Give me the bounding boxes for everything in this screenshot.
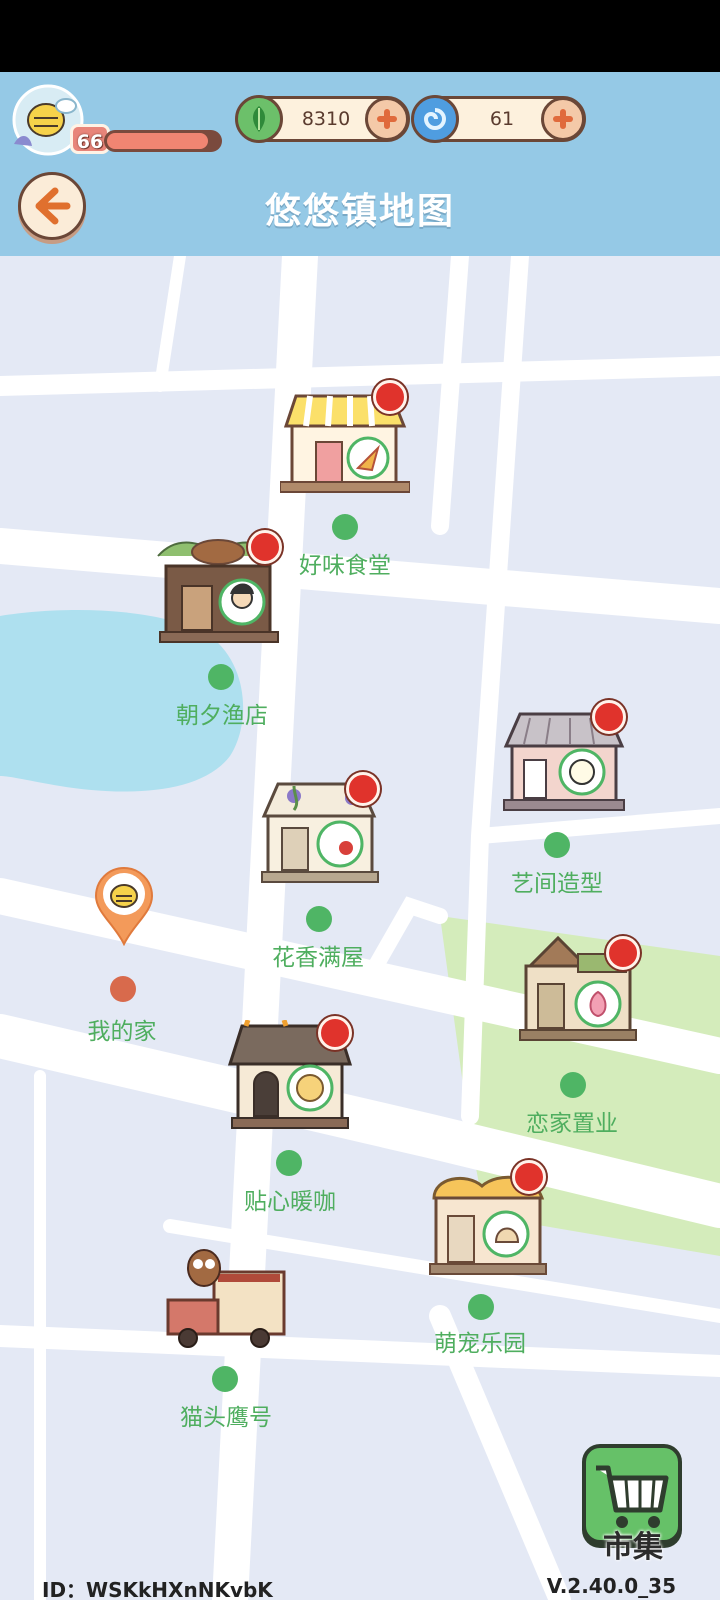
location-marker-dot — [208, 664, 234, 690]
location-marker-dot — [276, 1150, 302, 1176]
home-pin-icon — [94, 867, 154, 946]
location-label: 猫头鹰号 — [180, 1405, 272, 1431]
location-marker-dot — [110, 976, 136, 1002]
alert-badge — [318, 1016, 352, 1050]
add-leaf-coin-button[interactable] — [365, 97, 409, 141]
location-label: 花香满屋 — [272, 945, 364, 971]
location-marker-dot — [332, 514, 358, 540]
swirl-gem-value: 61 — [489, 108, 515, 130]
xp-progress-bar — [104, 130, 222, 152]
alert-badge — [606, 936, 640, 970]
alert-badge — [346, 772, 380, 806]
location-marker-dot — [306, 906, 332, 932]
town-map[interactable]: 好味食堂 朝夕渔店 艺间造型 花香满屋 我的家 恋家置业 贴心暖咖 萌宠乐园 猫… — [0, 256, 720, 1600]
location-label: 萌宠乐园 — [434, 1331, 526, 1357]
xp-progress-fill — [107, 133, 208, 149]
alert-badge — [248, 530, 282, 564]
alert-badge — [592, 700, 626, 734]
location-label: 贴心暖咖 — [244, 1189, 336, 1215]
player-id: ID：WSKkHXnNKvbK — [42, 1578, 273, 1600]
swirl-gem-counter: 61 — [411, 95, 586, 143]
location-label: 朝夕渔店 — [176, 703, 268, 729]
add-swirl-gem-button[interactable] — [541, 97, 585, 141]
owl-truck-icon — [166, 1249, 286, 1348]
location-marker-dot — [544, 832, 570, 858]
location-label: 恋家置业 — [526, 1111, 618, 1137]
leaf-coin-icon — [235, 95, 283, 143]
alert-badge — [373, 380, 407, 414]
page-title: 悠悠镇地图 — [264, 191, 455, 232]
location-marker-dot — [468, 1294, 494, 1320]
leaf-coin-value: 8310 — [301, 108, 351, 130]
app-version: V.2.40.0_35 — [546, 1574, 676, 1598]
leaf-coin-counter: 8310 — [235, 95, 410, 143]
location-label: 艺间造型 — [511, 871, 603, 897]
location-label: 我的家 — [87, 1019, 157, 1045]
alert-badge — [512, 1160, 546, 1194]
status-bar — [0, 0, 720, 72]
location-marker-dot — [212, 1366, 238, 1392]
location-marker-dot — [560, 1072, 586, 1098]
market-label: 市集 — [603, 1530, 663, 1565]
swirl-gem-icon — [411, 95, 459, 143]
